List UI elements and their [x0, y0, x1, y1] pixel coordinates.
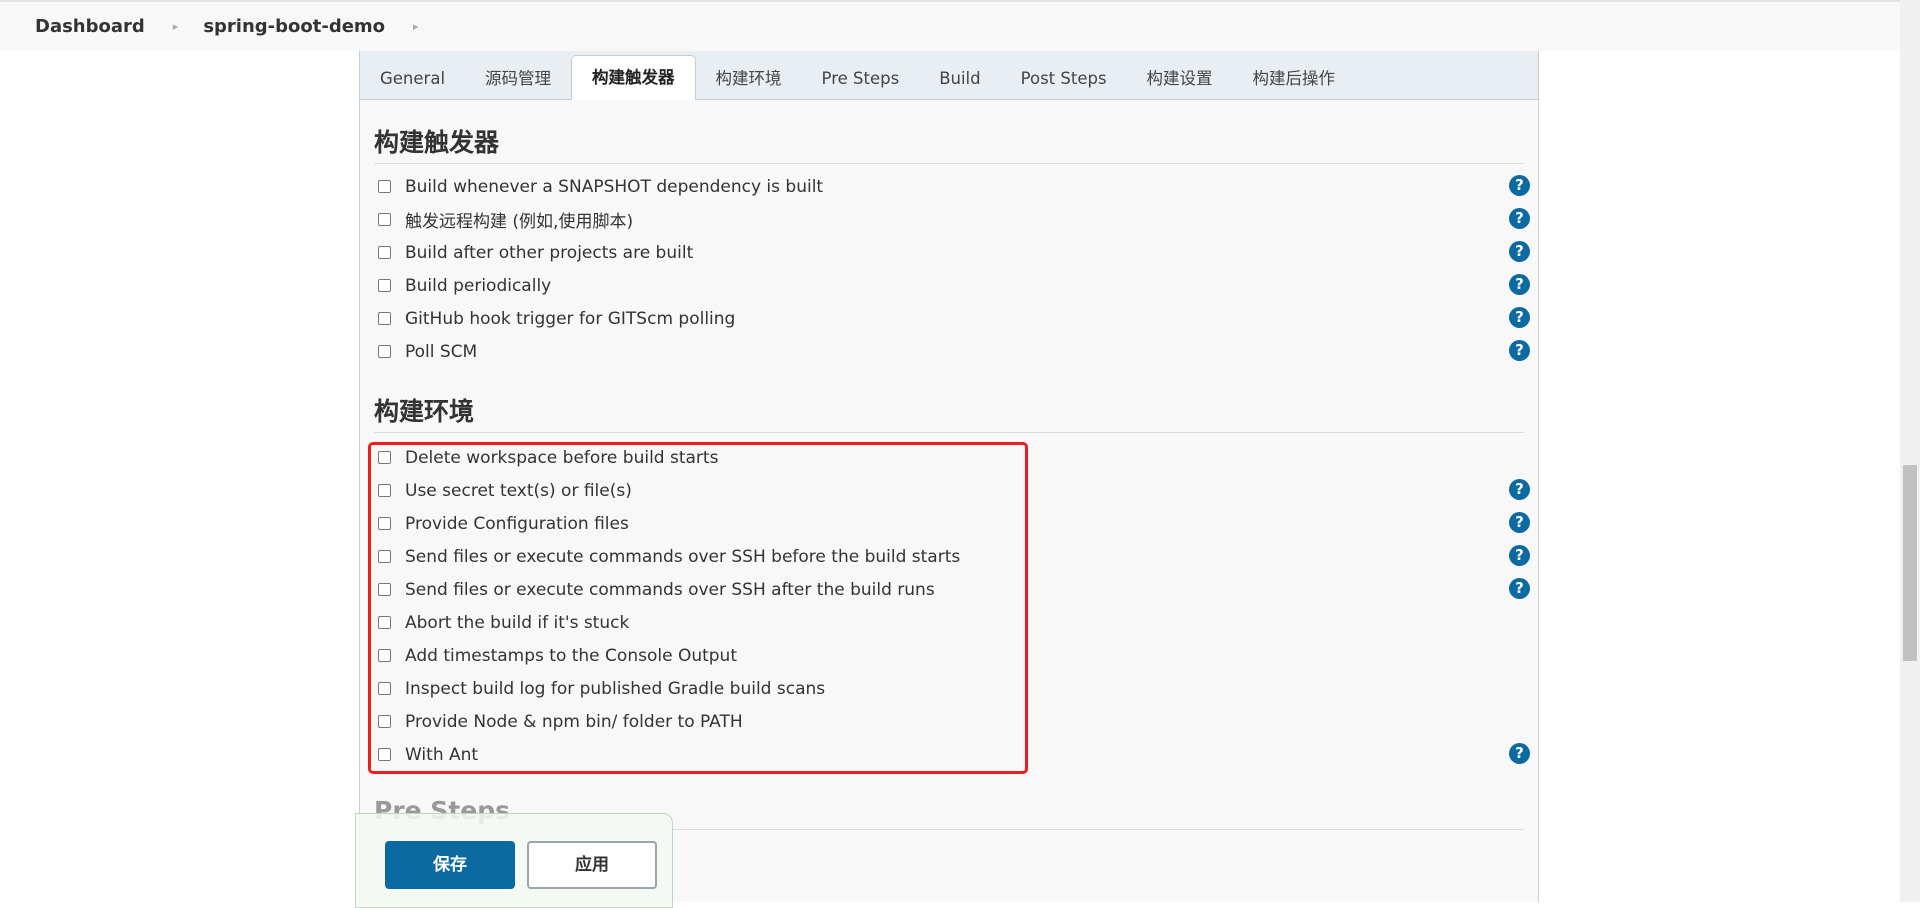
tab-1[interactable]: 源码管理 [465, 57, 571, 99]
help-icon[interactable]: ? [1509, 241, 1530, 262]
help-icon[interactable]: ? [1509, 340, 1530, 361]
checkbox[interactable] [378, 649, 391, 662]
checkbox-row[interactable]: Abort the build if it's stuck [378, 606, 1528, 639]
checkbox[interactable] [378, 682, 391, 695]
checkbox-row[interactable]: Delete workspace before build starts [378, 441, 1528, 474]
checkbox-row[interactable]: Build periodically? [378, 269, 1530, 302]
checkbox-label[interactable]: With Ant [405, 745, 478, 765]
checkbox-row[interactable]: Send files or execute commands over SSH … [378, 540, 1530, 573]
checkbox-label[interactable]: Delete workspace before build starts [405, 448, 718, 468]
help-icon[interactable]: ? [1509, 307, 1530, 328]
checkbox-label[interactable]: GitHub hook trigger for GITScm polling [405, 309, 735, 329]
scrollbar[interactable] [1900, 0, 1920, 902]
help-icon[interactable]: ? [1509, 274, 1530, 295]
tab-3[interactable]: 构建环境 [696, 57, 802, 99]
apply-button[interactable]: 应用 [527, 841, 657, 889]
checkbox[interactable] [378, 279, 391, 292]
chevron-right-icon[interactable]: ▸ [173, 20, 179, 33]
tab-5[interactable]: Build [919, 57, 1000, 99]
checkbox-row[interactable]: With Ant? [378, 738, 1530, 771]
checkbox-label[interactable]: Send files or execute commands over SSH … [405, 580, 935, 600]
config-tabs: General 源码管理 构建触发器 构建环境 Pre Steps Build Post S… [360, 51, 1538, 100]
chevron-right-icon[interactable]: ▸ [413, 20, 419, 33]
checkbox-row[interactable]: Use secret text(s) or file(s)? [378, 474, 1530, 507]
checkbox[interactable] [378, 583, 391, 596]
checkbox-label[interactable]: Poll SCM [405, 342, 477, 362]
checkbox-label[interactable]: 触发远程构建 (例如,使用脚本) [405, 207, 633, 232]
help-icon[interactable]: ? [1509, 208, 1530, 229]
section-title-environment: 构建环境 [374, 392, 1524, 433]
checkbox-label[interactable]: Add timestamps to the Console Output [405, 646, 737, 666]
help-icon[interactable]: ? [1509, 578, 1530, 599]
checkbox[interactable] [378, 715, 391, 728]
checkbox-row[interactable]: Add timestamps to the Console Output [378, 639, 1528, 672]
checkbox-label[interactable]: Use secret text(s) or file(s) [405, 481, 632, 501]
tab-7[interactable]: 构建设置 [1127, 57, 1233, 99]
checkbox[interactable] [378, 616, 391, 629]
tab-0[interactable]: General [360, 57, 465, 99]
checkbox-row[interactable]: GitHub hook trigger for GITScm polling? [378, 302, 1530, 335]
checkbox-label[interactable]: Send files or execute commands over SSH … [405, 547, 960, 567]
section-title-triggers: 构建触发器 [374, 123, 1524, 164]
checkbox-row[interactable]: Send files or execute commands over SSH … [378, 573, 1530, 606]
checkbox-label[interactable]: Build whenever a SNAPSHOT dependency is … [405, 177, 823, 197]
checkbox-label[interactable]: Build periodically [405, 276, 551, 296]
checkbox[interactable] [378, 451, 391, 464]
tab-8[interactable]: 构建后操作 [1233, 57, 1356, 99]
checkbox-label[interactable]: Abort the build if it's stuck [405, 613, 629, 633]
checkbox[interactable] [378, 484, 391, 497]
checkbox-row[interactable]: Provide Node & npm bin/ folder to PATH [378, 705, 1528, 738]
tab-2[interactable]: 构建触发器 [571, 55, 696, 100]
checkbox-label[interactable]: Provide Node & npm bin/ folder to PATH [405, 712, 743, 732]
checkbox[interactable] [378, 748, 391, 761]
bottom-action-bar: 保存 应用 [355, 813, 673, 908]
checkbox-label[interactable]: Build after other projects are built [405, 243, 693, 263]
tab-6[interactable]: Post Steps [1001, 57, 1127, 99]
checkbox-label[interactable]: Provide Configuration files [405, 514, 629, 534]
help-icon[interactable]: ? [1509, 175, 1530, 196]
checkbox-row[interactable]: 触发远程构建 (例如,使用脚本)? [378, 203, 1530, 236]
help-icon[interactable]: ? [1509, 512, 1530, 533]
breadcrumb-project[interactable]: spring-boot-demo [203, 16, 385, 37]
checkbox-row[interactable]: Provide Configuration files? [378, 507, 1530, 540]
checkbox-row[interactable]: Build whenever a SNAPSHOT dependency is … [378, 170, 1530, 203]
checkbox[interactable] [378, 345, 391, 358]
checkbox[interactable] [378, 517, 391, 530]
checkbox[interactable] [378, 312, 391, 325]
help-icon[interactable]: ? [1509, 743, 1530, 764]
checkbox[interactable] [378, 246, 391, 259]
checkbox[interactable] [378, 550, 391, 563]
help-icon[interactable]: ? [1509, 479, 1530, 500]
save-button[interactable]: 保存 [385, 841, 515, 889]
checkbox[interactable] [378, 213, 391, 226]
checkbox-label[interactable]: Inspect build log for published Gradle b… [405, 679, 825, 699]
config-panel: General 源码管理 构建触发器 构建环境 Pre Steps Build Post S… [359, 51, 1539, 902]
checkbox-row[interactable]: Poll SCM? [378, 335, 1530, 368]
checkbox-row[interactable]: Build after other projects are built? [378, 236, 1530, 269]
breadcrumb-dashboard[interactable]: Dashboard [35, 16, 145, 37]
checkbox-row[interactable]: Inspect build log for published Gradle b… [378, 672, 1528, 705]
scrollbar-thumb[interactable] [1903, 465, 1917, 661]
checkbox[interactable] [378, 180, 391, 193]
tab-4[interactable]: Pre Steps [802, 57, 920, 99]
breadcrumb-bar: Dashboard ▸ spring-boot-demo ▸ [0, 0, 1900, 51]
help-icon[interactable]: ? [1509, 545, 1530, 566]
